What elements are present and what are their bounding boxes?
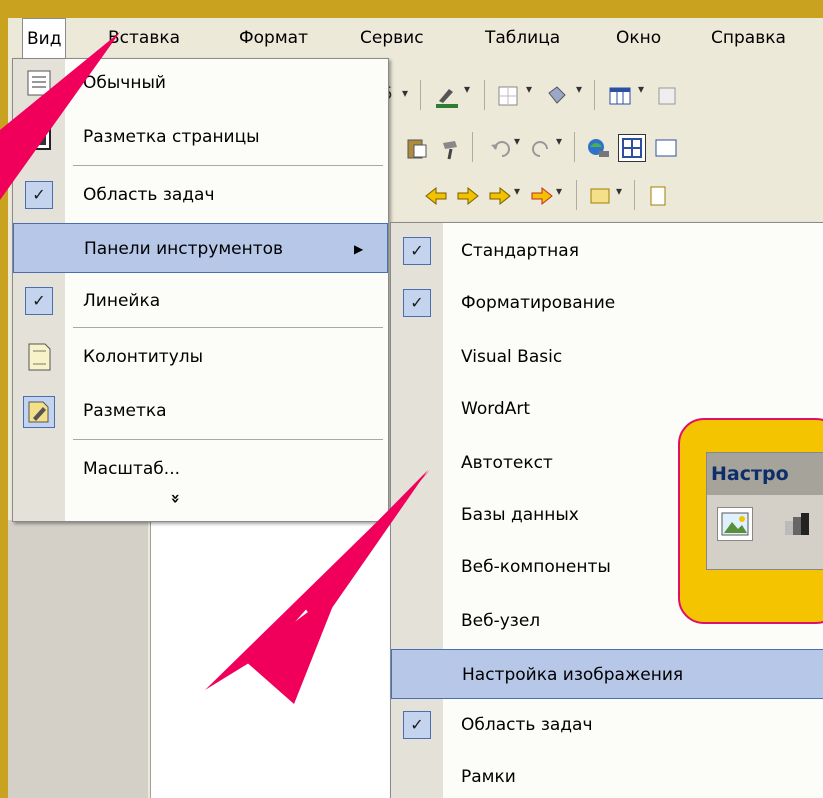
pink-arrow-icon xyxy=(205,470,430,704)
arrow-head-top xyxy=(0,32,120,200)
pointer-arrows-overlay xyxy=(0,32,430,704)
arrow-shaft-bottom-upper xyxy=(300,470,428,628)
pink-arrow-icon xyxy=(0,32,120,200)
screenshot-stage: Вид Вставка Формат Сервис Таблица Окно С… xyxy=(0,0,823,798)
